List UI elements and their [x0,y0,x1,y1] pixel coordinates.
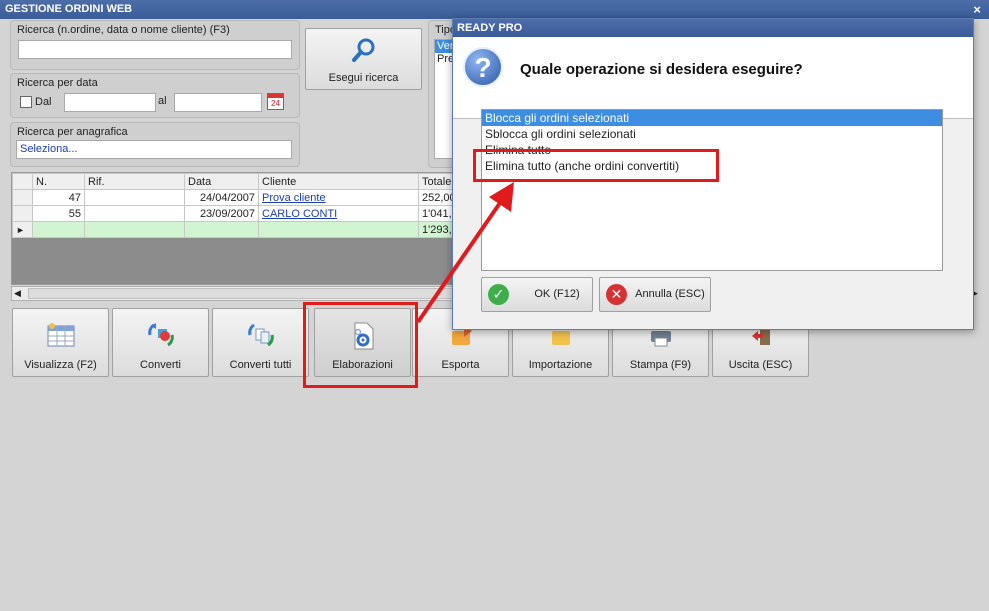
annotation-arrow [416,182,514,324]
